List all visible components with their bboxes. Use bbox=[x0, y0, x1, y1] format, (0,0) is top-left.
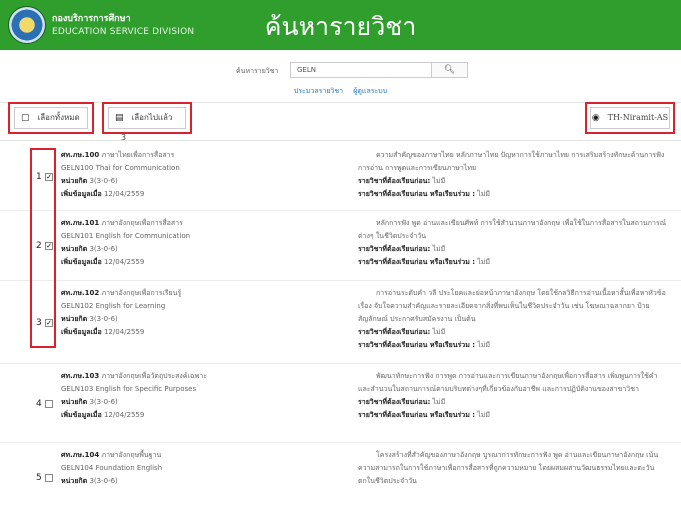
coreq-value: ไม่มี bbox=[477, 258, 491, 266]
course-name-en: GELN104 Foundation English bbox=[61, 464, 163, 472]
course-row: 2 ✓ ศท.ภษ.101 ภาษาอังกฤษเพื่อการสื่อสาร GEL… bbox=[0, 211, 681, 281]
select-all-button[interactable]: ▢ เลือกทั้งหมด bbox=[14, 107, 88, 129]
font-icon: ◉ bbox=[591, 113, 600, 123]
course-description: หลักการฟัง พูด อ่านและเขียนศัพท์ การใช้ส… bbox=[358, 219, 667, 240]
course-detail: การอ่านระดับคำ วลี ประโยคและย่อหน้าภาษาอ… bbox=[358, 287, 668, 352]
course-code: ศท.ภษ.101 bbox=[61, 219, 100, 227]
coreq-label: รายวิชาที่ต้องเรียนก่อน หรือเรียนร่วม : bbox=[358, 258, 476, 266]
course-description: โครงสร้างที่สำคัญของภาษาอังกฤษ บูรณาการท… bbox=[358, 451, 659, 485]
course-added-date: 12/04/2559 bbox=[103, 328, 145, 336]
coreq-label: รายวิชาที่ต้องเรียนก่อน หรือเรียนร่วม : bbox=[358, 411, 476, 419]
course-name-en: GELN103 English for Specific Purposes bbox=[61, 385, 197, 393]
course-code: ศท.ภษ.102 bbox=[61, 289, 100, 297]
course-info: ศท.ภษ.104 ภาษาอังกฤษพื้นฐาน GELN104 Found… bbox=[61, 449, 301, 488]
course-detail: โครงสร้างที่สำคัญของภาษาอังกฤษ บูรณาการท… bbox=[358, 449, 668, 488]
course-checkbox[interactable] bbox=[45, 400, 53, 408]
credit-label: หน่วยกิต bbox=[61, 477, 88, 485]
course-added-date: 12/04/2559 bbox=[103, 258, 145, 266]
course-checkbox[interactable] bbox=[45, 474, 53, 482]
course-credit: 3(3-0-6) bbox=[89, 398, 118, 406]
prereq-label: รายวิชาที่ต้องเรียนก่อน: bbox=[358, 398, 431, 406]
coreq-label: รายวิชาที่ต้องเรียนก่อน หรือเรียนร่วม : bbox=[358, 341, 476, 349]
prereq-label: รายวิชาที่ต้องเรียนก่อน: bbox=[358, 328, 431, 336]
divider bbox=[0, 102, 681, 103]
prereq-label: รายวิชาที่ต้องเรียนก่อน: bbox=[358, 245, 431, 253]
course-title-th: ภาษาอังกฤษพื้นฐาน bbox=[101, 451, 162, 459]
course-number: 5 bbox=[36, 473, 42, 483]
coreq-value: ไม่มี bbox=[477, 190, 491, 198]
prereq-value: ไม่มี bbox=[432, 245, 446, 253]
credit-label: หน่วยกิต bbox=[61, 315, 88, 323]
page-title: ค้นหารายวิชา bbox=[264, 12, 417, 41]
search-label: ค้นหารายวิชา bbox=[236, 67, 279, 75]
coreq-value: ไม่มี bbox=[477, 341, 491, 349]
course-checkbox[interactable]: ✓ bbox=[45, 319, 53, 327]
search-icon: 🔍︎ bbox=[443, 65, 456, 75]
course-row: 5 ศท.ภษ.104 ภาษาอังกฤษพื้นฐาน GELN104 Foun… bbox=[0, 443, 681, 505]
credit-label: หน่วยกิต bbox=[61, 245, 88, 253]
course-name-en: GELN101 English for Communication bbox=[61, 232, 191, 240]
course-credit: 3(3-0-6) bbox=[89, 177, 118, 185]
added-label: เพิ่มข้อมูลเมื่อ bbox=[61, 258, 102, 266]
course-code: ศท.ภษ.100 bbox=[61, 151, 100, 159]
prereq-value: ไม่มี bbox=[432, 398, 446, 406]
course-info: ศท.ภษ.101 ภาษาอังกฤษเพื่อการสื่อสาร GELN1… bbox=[61, 217, 301, 269]
course-info: ศท.ภษ.100 ภาษาไทยเพื่อการสื่อสาร GELN100 … bbox=[61, 149, 301, 201]
prereq-label: รายวิชาที่ต้องเรียนก่อน: bbox=[358, 177, 431, 185]
course-added-date: 12/04/2559 bbox=[103, 190, 145, 198]
course-info: ศท.ภษ.102 ภาษาอังกฤษเพื่อการเรียนรู้ GELN… bbox=[61, 287, 301, 339]
coreq-label: รายวิชาที่ต้องเรียนก่อน หรือเรียนร่วม : bbox=[358, 190, 476, 198]
header-bar: กองบริการการศึกษา EDUCATION SERVICE DIVI… bbox=[0, 0, 681, 50]
course-number: 1 bbox=[36, 172, 42, 182]
course-credit: 3(3-0-6) bbox=[89, 477, 118, 485]
font-select-button[interactable]: ◉ TH-Niramit-AS bbox=[590, 107, 670, 129]
search-input[interactable] bbox=[290, 62, 432, 78]
selected-items-button[interactable]: ▤ เลือกไปแล้ว 3 bbox=[108, 107, 186, 142]
course-row: 4 ศท.ภษ.103 ภาษาอังกฤษเพื่อวัตถุประสงค์เฉ… bbox=[0, 364, 681, 443]
syllabus-link[interactable]: ประมวลรายวิชา bbox=[294, 87, 343, 95]
course-title-th: ภาษาอังกฤษเพื่อวัตถุประสงค์เฉพาะ bbox=[101, 372, 207, 380]
course-detail: พัฒนาทักษะการฟัง การพูด การอ่านและการเขี… bbox=[358, 370, 668, 422]
font-label: TH-Niramit-AS bbox=[607, 113, 669, 122]
course-number: 4 bbox=[36, 399, 42, 409]
course-detail: หลักการฟัง พูด อ่านและเขียนศัพท์ การใช้ส… bbox=[358, 217, 668, 269]
course-added-date: 12/04/2559 bbox=[103, 411, 145, 419]
course-code: ศท.ภษ.103 bbox=[61, 372, 100, 380]
checkbox-icon: ▢ bbox=[21, 113, 30, 123]
course-row: 1 ✓ ศท.ภษ.100 ภาษาไทยเพื่อการสื่อสาร GELN10… bbox=[0, 143, 681, 211]
prereq-value: ไม่มี bbox=[432, 177, 446, 185]
added-label: เพิ่มข้อมูลเมื่อ bbox=[61, 328, 102, 336]
course-info: ศท.ภษ.103 ภาษาอังกฤษเพื่อวัตถุประสงค์เฉพ… bbox=[61, 370, 301, 422]
course-credit: 3(3-0-6) bbox=[89, 315, 118, 323]
course-title-th: ภาษาอังกฤษเพื่อการเรียนรู้ bbox=[101, 289, 182, 297]
course-name-en: GELN102 English for Learning bbox=[61, 302, 166, 310]
added-label: เพิ่มข้อมูลเมื่อ bbox=[61, 190, 102, 198]
course-title-th: ภาษาอังกฤษเพื่อการสื่อสาร bbox=[101, 219, 183, 227]
select-all-label: เลือกทั้งหมด bbox=[37, 113, 80, 122]
search-button[interactable]: 🔍︎ bbox=[432, 62, 468, 78]
added-label: เพิ่มข้อมูลเมื่อ bbox=[61, 411, 102, 419]
prereq-value: ไม่มี bbox=[432, 328, 446, 336]
list-icon: ▤ bbox=[115, 113, 124, 123]
search-links: ประมวลรายวิชา ผู้ดูแลระบบ bbox=[0, 86, 681, 97]
divider bbox=[0, 140, 681, 141]
course-credit: 3(3-0-6) bbox=[89, 245, 118, 253]
coreq-value: ไม่มี bbox=[477, 411, 491, 419]
credit-label: หน่วยกิต bbox=[61, 177, 88, 185]
course-description: พัฒนาทักษะการฟัง การพูด การอ่านและการเขี… bbox=[358, 372, 658, 393]
course-code: ศท.ภษ.104 bbox=[61, 451, 100, 459]
course-title-th: ภาษาไทยเพื่อการสื่อสาร bbox=[101, 151, 175, 159]
course-checkbox[interactable]: ✓ bbox=[45, 173, 53, 181]
course-detail: ความสำคัญของภาษาไทย หลักภาษาไทย ปัญหาการ… bbox=[358, 149, 668, 201]
credit-label: หน่วยกิต bbox=[61, 398, 88, 406]
course-description: ความสำคัญของภาษาไทย หลักภาษาไทย ปัญหาการ… bbox=[358, 151, 665, 172]
course-checkbox[interactable]: ✓ bbox=[45, 242, 53, 250]
admin-link[interactable]: ผู้ดูแลระบบ bbox=[353, 87, 387, 95]
course-name-en: GELN100 Thai for Communication bbox=[61, 164, 180, 172]
course-description: การอ่านระดับคำ วลี ประโยคและย่อหน้าภาษาอ… bbox=[358, 289, 666, 323]
course-row: 3 ✓ ศท.ภษ.102 ภาษาอังกฤษเพื่อการเรียนรู้ GE… bbox=[0, 281, 681, 364]
selected-label: เลือกไปแล้ว bbox=[131, 113, 173, 122]
course-number: 3 bbox=[36, 318, 42, 328]
course-number: 2 bbox=[36, 241, 42, 251]
